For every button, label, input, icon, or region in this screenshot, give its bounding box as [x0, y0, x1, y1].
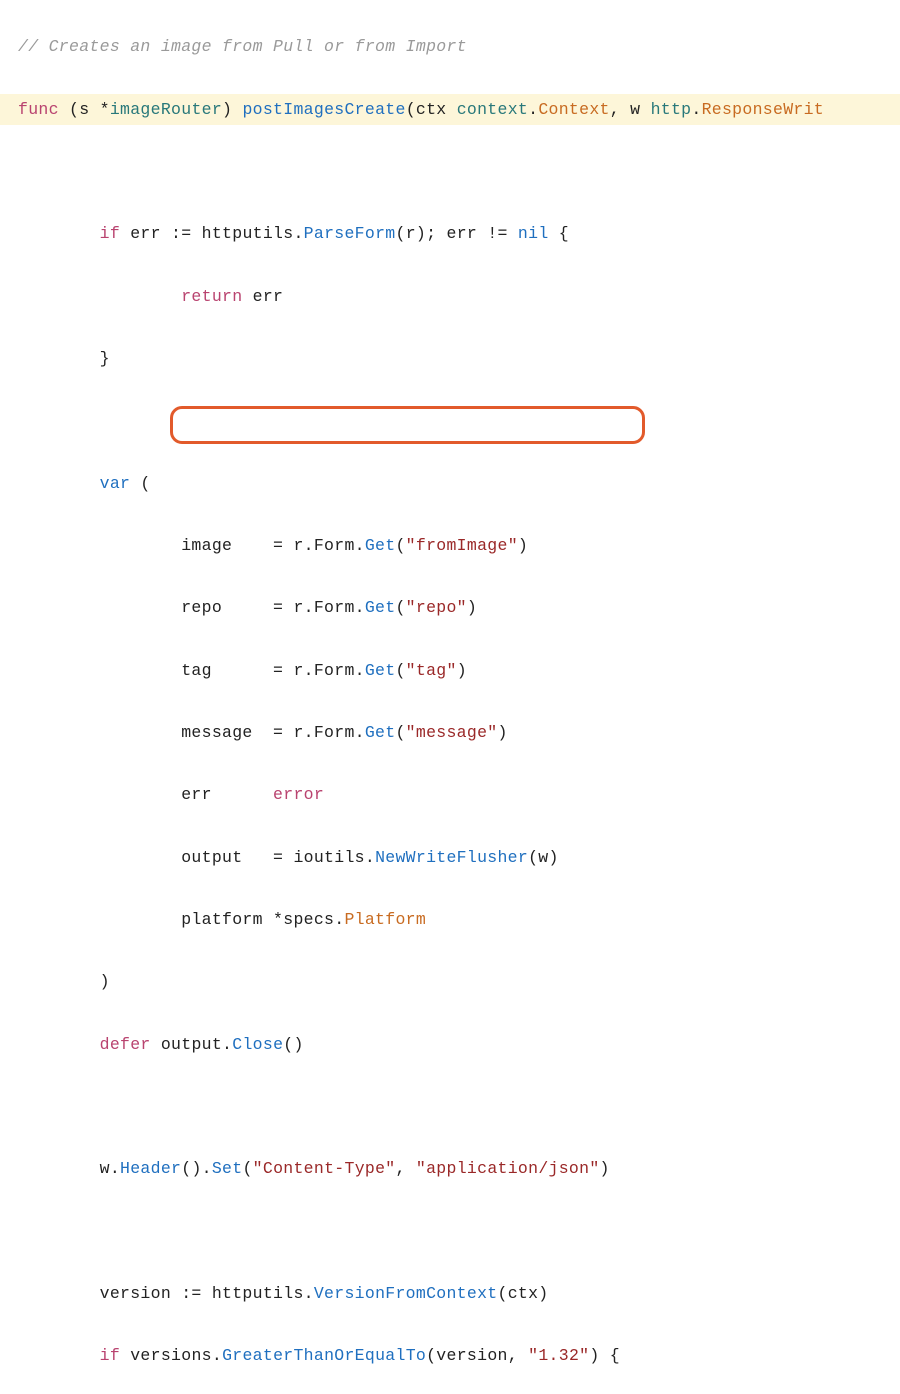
code-block: // Creates an image from Pull or from Im…	[0, 0, 900, 1394]
comment-text: // Creates an image from Pull or from Im…	[18, 37, 467, 56]
code-line: }	[0, 343, 900, 374]
code-line: var (	[0, 468, 900, 499]
code-line: )	[0, 966, 900, 997]
code-line-blank	[0, 1216, 900, 1247]
code-line: repo = r.Form.Get("repo")	[0, 592, 900, 623]
code-line: if err := httputils.ParseForm(r); err !=…	[0, 218, 900, 249]
code-line-blank	[0, 1091, 900, 1122]
code-line: w.Header().Set("Content-Type", "applicat…	[0, 1153, 900, 1184]
code-line: message = r.Form.Get("message")	[0, 717, 900, 748]
code-line: output = ioutils.NewWriteFlusher(w)	[0, 842, 900, 873]
code-line-blank	[0, 405, 900, 436]
code-line: err error	[0, 779, 900, 810]
code-line: version := httputils.VersionFromContext(…	[0, 1278, 900, 1309]
code-line: return err	[0, 281, 900, 312]
code-line: if versions.GreaterThanOrEqualTo(version…	[0, 1340, 900, 1371]
code-line-blank	[0, 156, 900, 187]
code-line: image = r.Form.Get("fromImage")	[0, 530, 900, 561]
code-line: platform *specs.Platform	[0, 904, 900, 935]
code-line: defer output.Close()	[0, 1029, 900, 1060]
code-line-highlighted: func (s *imageRouter) postImagesCreate(c…	[0, 94, 900, 125]
code-line: // Creates an image from Pull or from Im…	[0, 31, 900, 62]
code-line: tag = r.Form.Get("tag")	[0, 655, 900, 686]
